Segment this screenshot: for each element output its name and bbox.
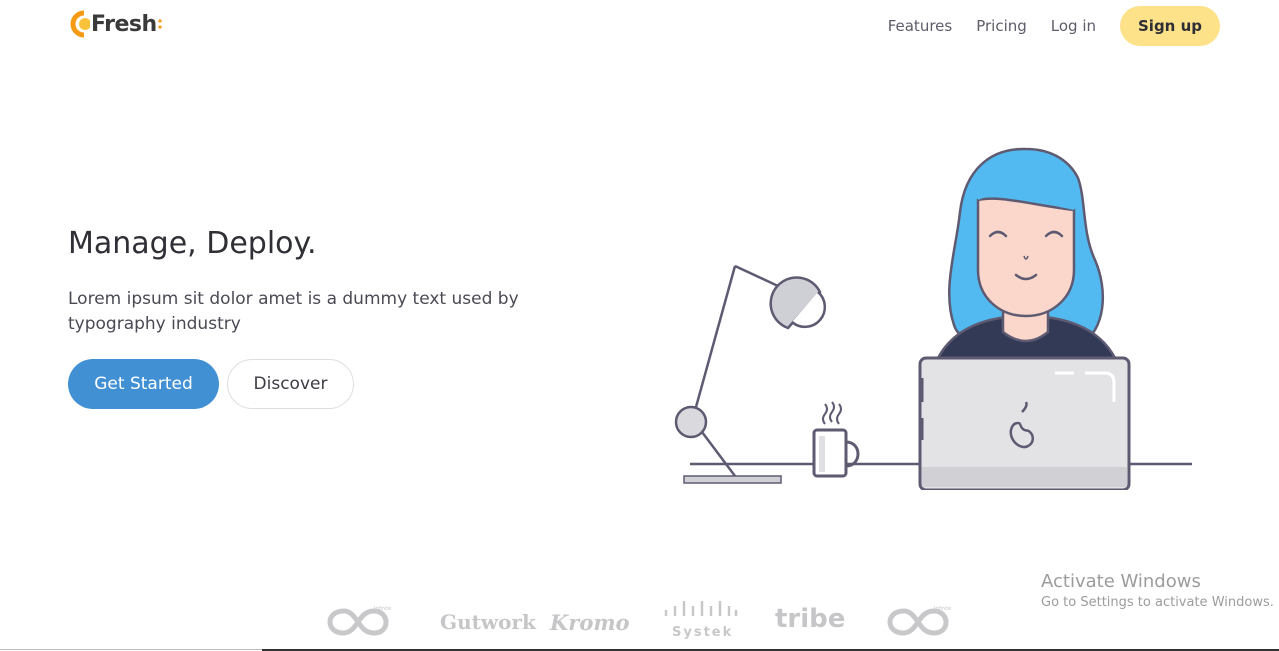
client-logo-infinite-2: Infinite xyxy=(886,598,958,643)
windows-activation-watermark: Activate Windows Go to Settings to activ… xyxy=(1041,571,1274,610)
brand-logo[interactable]: Fresh xyxy=(70,10,163,38)
hero-illustration xyxy=(674,147,1192,490)
svg-text:Infinite: Infinite xyxy=(934,606,951,612)
infinity-icon: Infinite xyxy=(327,606,391,636)
discover-button[interactable]: Discover xyxy=(227,359,354,409)
nav-link-pricing[interactable]: Pricing xyxy=(976,17,1027,35)
client-logo-tribe: tribe xyxy=(775,604,846,634)
watermark-subtitle: Go to Settings to activate Windows. xyxy=(1041,595,1274,610)
nav-link-login[interactable]: Log in xyxy=(1051,17,1096,35)
svg-text:Infinite: Infinite xyxy=(374,606,391,612)
client-logo-kromo: Kromo xyxy=(550,610,630,635)
coffee-mug-icon xyxy=(812,401,860,478)
watermark-title: Activate Windows xyxy=(1041,571,1201,592)
infinity-icon: Infinite xyxy=(887,606,951,636)
woman-figure xyxy=(935,147,1118,360)
client-logo-gutwork: Gutwork xyxy=(440,610,536,634)
nav-link-features[interactable]: Features xyxy=(888,17,953,35)
svg-text:Systek: Systek xyxy=(672,625,733,640)
logo-mark-icon xyxy=(70,10,90,38)
systek-bars-icon: Systek xyxy=(664,601,738,640)
hero-title: Manage, Deploy. xyxy=(68,226,317,261)
brand-name: Fresh xyxy=(91,11,157,37)
client-logos: Infinite Gutwork Kromo Systek tribe Infi… xyxy=(320,598,970,643)
logo-dots-icon xyxy=(158,19,162,29)
laptop-icon xyxy=(918,356,1131,490)
client-logo-systek: Systek xyxy=(662,598,738,647)
client-logo-infinite-1: Infinite xyxy=(326,598,398,643)
get-started-button[interactable]: Get Started xyxy=(68,359,219,409)
signup-button[interactable]: Sign up xyxy=(1120,6,1220,46)
main-nav: Features Pricing Log in Sign up xyxy=(888,6,1220,46)
desk-lamp-icon xyxy=(674,264,827,484)
landing-page: Fresh Features Pricing Log in Sign up Ma… xyxy=(0,0,1279,651)
hero-subtitle: Lorem ipsum sit dolor amet is a dummy te… xyxy=(68,289,519,334)
